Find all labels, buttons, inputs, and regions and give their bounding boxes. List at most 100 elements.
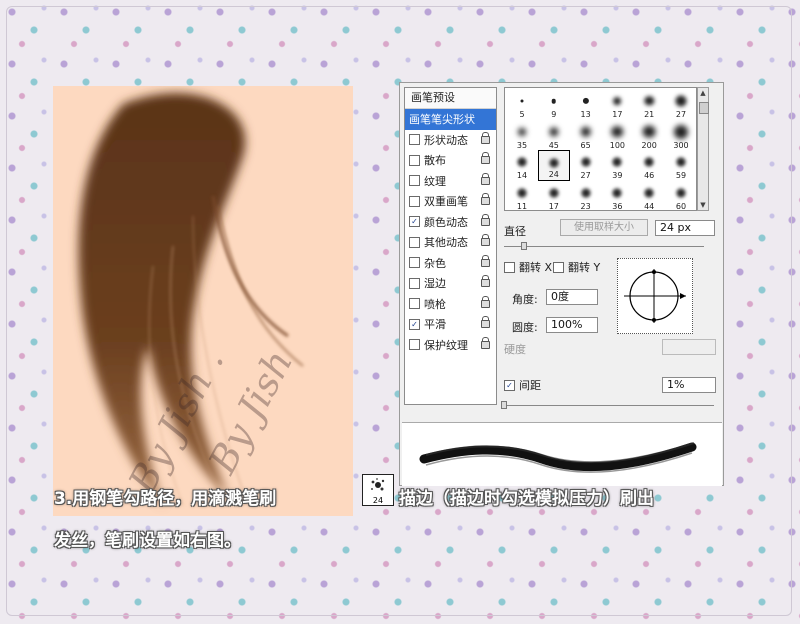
lock-icon[interactable] bbox=[481, 336, 490, 349]
brush-tip-shape-icon bbox=[520, 99, 524, 103]
brush-tip[interactable]: 60 bbox=[665, 181, 697, 212]
flip-x-checkbox[interactable]: 翻转 X bbox=[504, 259, 552, 275]
diameter-slider[interactable] bbox=[504, 246, 704, 247]
checkbox-icon[interactable] bbox=[409, 257, 420, 269]
lock-icon[interactable] bbox=[481, 131, 490, 144]
lock-icon[interactable] bbox=[481, 254, 490, 267]
angle-roundness-widget[interactable] bbox=[617, 258, 693, 334]
brush-option-4[interactable]: 双重画笔 bbox=[405, 191, 496, 212]
brush-tip-shape-icon bbox=[516, 156, 528, 168]
brush-tip[interactable]: 200 bbox=[633, 120, 665, 151]
checkbox-icon[interactable] bbox=[409, 339, 420, 351]
brush-tip[interactable]: 300 bbox=[665, 120, 697, 151]
flip-y-checkbox[interactable]: 翻转 Y bbox=[553, 259, 600, 275]
lock-icon[interactable] bbox=[481, 234, 490, 246]
splatter-brush-icon bbox=[371, 478, 385, 491]
spacing-checkbox[interactable]: ✓ 间距 bbox=[504, 377, 541, 393]
lock-icon[interactable] bbox=[481, 213, 490, 226]
tip-grid-scrollbar[interactable]: ▲ ▼ bbox=[697, 87, 709, 211]
brush-option-10[interactable]: ✓ 平滑 bbox=[405, 314, 496, 335]
brush-tip[interactable]: 23 bbox=[570, 181, 602, 212]
lock-icon[interactable] bbox=[481, 152, 490, 164]
caption-line2: 发丝，笔刷设置如右图。 bbox=[54, 531, 241, 551]
brush-tip[interactable]: 21 bbox=[633, 89, 665, 120]
brush-option-label: 散布 bbox=[424, 154, 446, 168]
brush-option-7[interactable]: 杂色 bbox=[405, 253, 496, 274]
hardness-input[interactable] bbox=[662, 339, 716, 355]
brush-tip[interactable]: 14 bbox=[506, 150, 538, 181]
brush-presets-button[interactable]: 画笔预设 bbox=[405, 88, 496, 109]
checkbox-icon[interactable] bbox=[409, 175, 420, 187]
brush-option-8[interactable]: 湿边 bbox=[405, 273, 496, 294]
checkbox-icon[interactable] bbox=[409, 236, 420, 248]
angle-input[interactable]: 0度 bbox=[546, 289, 598, 305]
spacing-slider[interactable] bbox=[504, 405, 714, 406]
brush-tip[interactable]: 27 bbox=[570, 150, 602, 181]
diameter-input[interactable]: 24 px bbox=[655, 220, 715, 236]
brush-tip[interactable]: 39 bbox=[601, 150, 633, 181]
lock-icon[interactable] bbox=[481, 172, 490, 185]
spacing-slider-knob[interactable] bbox=[501, 401, 507, 409]
brush-tip[interactable]: 27 bbox=[665, 89, 697, 120]
brush-tip[interactable]: 24 bbox=[537, 150, 570, 181]
brush-option-label: 湿边 bbox=[424, 277, 446, 291]
lock-icon[interactable] bbox=[481, 275, 490, 287]
scroll-thumb[interactable] bbox=[699, 102, 709, 114]
brush-option-label: 形状动态 bbox=[424, 133, 468, 147]
brush-options-list: 画笔预设 画笔笔尖形状形状动态散布纹理双重画笔 ✓ 颜色动态 其他动态 杂色湿边喷枪 ✓ 平… bbox=[404, 87, 497, 405]
brush-tip[interactable]: 45 bbox=[538, 120, 570, 151]
checkbox-icon[interactable] bbox=[409, 134, 420, 146]
brush-option-9[interactable]: 喷枪 bbox=[405, 294, 496, 315]
scroll-up-icon[interactable]: ▲ bbox=[699, 89, 707, 97]
brush-tip-shape-icon bbox=[580, 156, 592, 168]
brush-tip[interactable]: 36 bbox=[601, 181, 633, 212]
lock-icon[interactable] bbox=[481, 193, 490, 205]
diameter-label: 直径 bbox=[504, 225, 526, 238]
brush-tip[interactable]: 65 bbox=[570, 120, 602, 151]
brush-option-11[interactable]: 保护纹理 bbox=[405, 335, 496, 356]
checkbox-icon[interactable] bbox=[409, 195, 420, 207]
lock-icon[interactable] bbox=[481, 316, 490, 328]
brush-tip-shape-icon bbox=[611, 156, 623, 168]
brush-tip[interactable]: 13 bbox=[570, 89, 602, 120]
brush-size-label: 24 bbox=[372, 496, 384, 505]
brush-tip-size: 9 bbox=[551, 110, 557, 119]
brush-tip-size: 13 bbox=[580, 110, 591, 119]
checkbox-checked-icon[interactable]: ✓ bbox=[409, 216, 420, 228]
brush-tip[interactable]: 44 bbox=[633, 181, 665, 212]
brush-tip[interactable]: 59 bbox=[665, 150, 697, 181]
brush-tip-size: 11 bbox=[516, 201, 528, 211]
checkbox-icon[interactable] bbox=[409, 277, 420, 289]
brush-option-6[interactable]: 其他动态 bbox=[405, 232, 496, 253]
brush-tip[interactable]: 9 bbox=[538, 89, 570, 120]
brush-tip-size: 17 bbox=[612, 110, 623, 119]
diameter-slider-knob[interactable] bbox=[521, 242, 527, 250]
checkbox-icon[interactable] bbox=[409, 154, 420, 166]
checkbox-checked-icon[interactable]: ✓ bbox=[409, 318, 420, 330]
use-sample-size-button[interactable]: 使用取样大小 bbox=[560, 219, 648, 236]
brush-tip[interactable]: 11 bbox=[506, 181, 538, 212]
brush-option-label: 纹理 bbox=[424, 174, 446, 188]
brush-tip[interactable]: 5 bbox=[506, 89, 538, 120]
brush-tip[interactable]: 35 bbox=[506, 120, 538, 151]
brush-tip[interactable]: 17 bbox=[538, 181, 570, 212]
brush-tip-size: 27 bbox=[580, 171, 591, 180]
roundness-input[interactable]: 100% bbox=[546, 317, 598, 333]
brush-option-3[interactable]: 纹理 bbox=[405, 171, 496, 192]
brush-tip-size: 59 bbox=[675, 171, 687, 180]
lock-icon[interactable] bbox=[481, 295, 490, 308]
brush-tip[interactable]: 17 bbox=[601, 89, 633, 120]
brush-option-0[interactable]: 画笔笔尖形状 bbox=[405, 109, 496, 130]
checkbox-icon[interactable] bbox=[409, 298, 420, 310]
brush-option-5[interactable]: ✓ 颜色动态 bbox=[405, 212, 496, 233]
spacing-input[interactable]: 1% bbox=[662, 377, 716, 393]
brush-tip-shape-icon bbox=[675, 95, 687, 107]
checkbox-icon[interactable] bbox=[553, 261, 564, 273]
brush-option-1[interactable]: 形状动态 bbox=[405, 130, 496, 151]
checkbox-icon[interactable] bbox=[504, 261, 515, 273]
brush-option-2[interactable]: 散布 bbox=[405, 150, 496, 171]
scroll-down-icon[interactable]: ▼ bbox=[699, 201, 707, 209]
checkbox-checked-icon[interactable]: ✓ bbox=[504, 379, 515, 391]
brush-tip[interactable]: 100 bbox=[601, 120, 633, 151]
brush-tip[interactable]: 46 bbox=[633, 150, 665, 181]
